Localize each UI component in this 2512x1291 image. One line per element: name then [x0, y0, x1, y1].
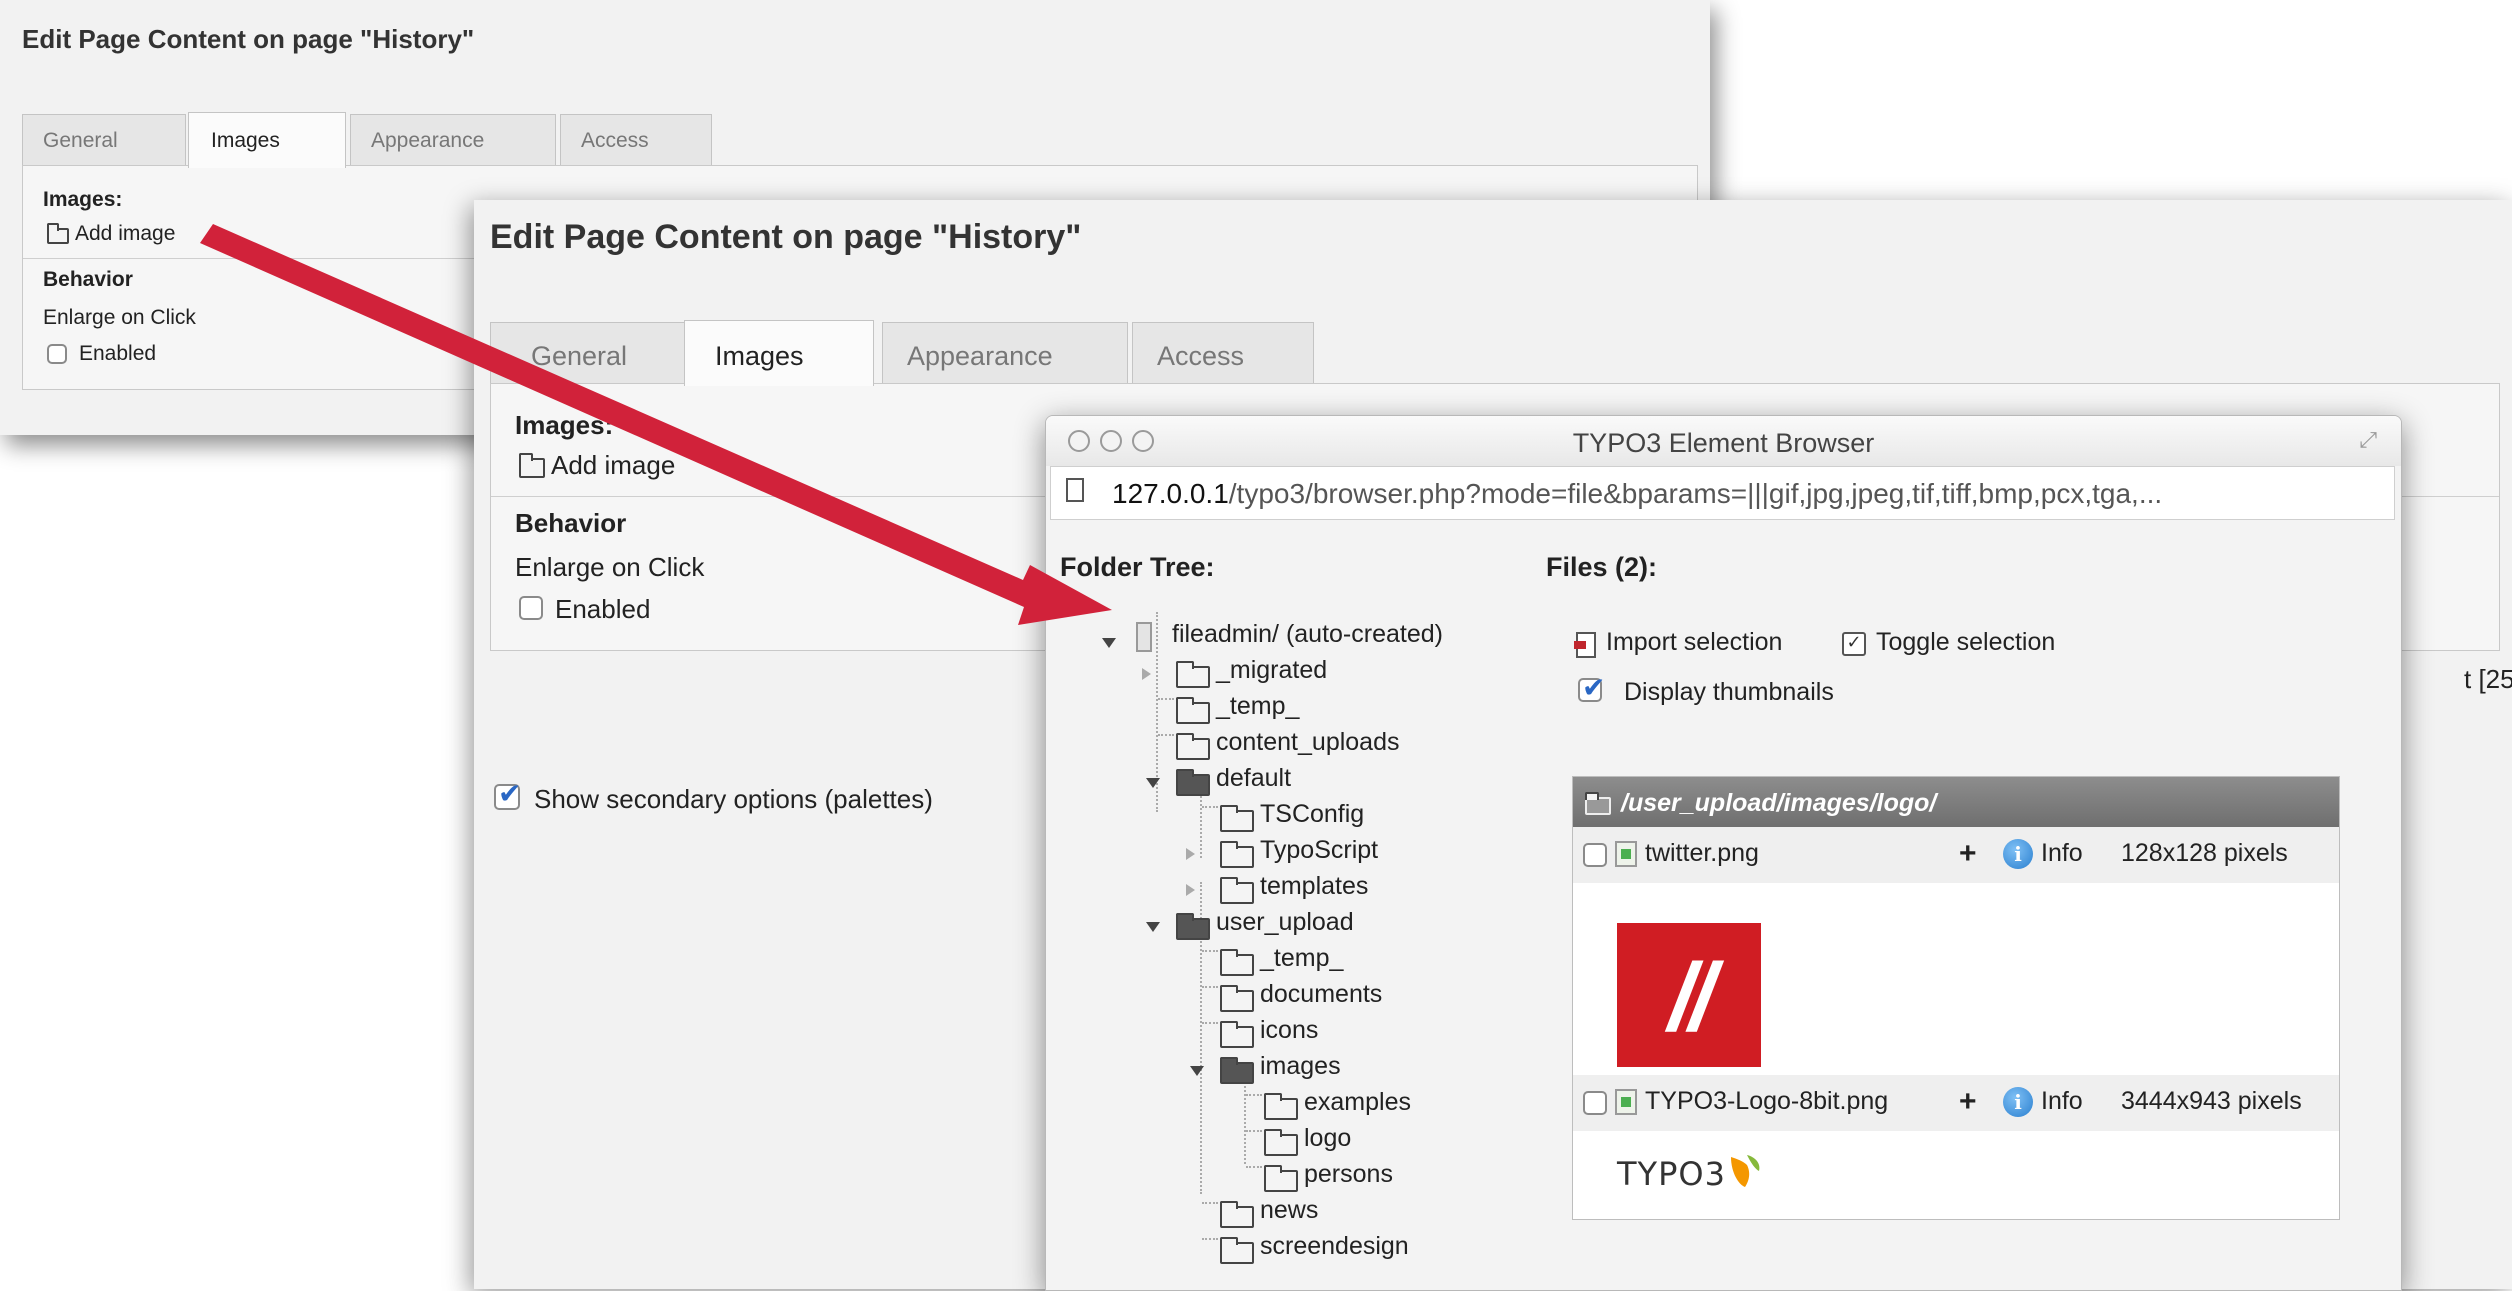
annotation-arrow — [200, 224, 1112, 625]
back-tab-images[interactable]: Images — [188, 112, 346, 168]
arrow-shape — [200, 224, 1112, 625]
front-tab-images[interactable]: Images — [684, 320, 874, 386]
